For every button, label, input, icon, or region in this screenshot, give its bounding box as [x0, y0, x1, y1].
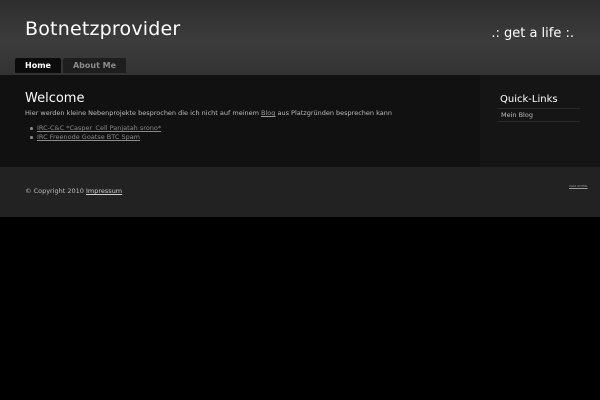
page: Botnetzprovider .: get a life :. Home Ab…: [0, 0, 600, 400]
sidebar-divider: [498, 108, 580, 109]
validator-badge-link[interactable]: Valid XHTML: [569, 184, 588, 188]
copyright-label: © Copyright 2010: [25, 187, 84, 195]
intro-text: Hier werden kleine Nebenprojekte besproc…: [25, 109, 392, 117]
impressum-link[interactable]: Impressum: [86, 187, 122, 195]
intro-text-before: Hier werden kleine Nebenprojekte besproc…: [25, 109, 262, 117]
blog-link[interactable]: Blog: [261, 109, 275, 117]
copyright-text: © Copyright 2010 Impressum: [25, 187, 122, 195]
project-list: IRC-C&C *Casper_Cell Panjatah srono* IRC…: [29, 124, 161, 142]
site-header: Botnetzprovider .: get a life :. Home Ab…: [0, 0, 600, 75]
sidebar-title: Quick-Links: [500, 94, 558, 105]
list-item: IRC Freenode Goatse BTC Spam: [29, 133, 161, 142]
intro-text-after: aus Platzgründen besprechen kann: [275, 109, 392, 117]
project-link-irc-cc[interactable]: IRC-C&C *Casper_Cell Panjatah srono*: [37, 124, 161, 132]
tab-about-me[interactable]: About Me: [62, 58, 127, 73]
tab-home[interactable]: Home: [15, 58, 61, 73]
site-tagline: .: get a life :.: [491, 26, 574, 41]
list-item: IRC-C&C *Casper_Cell Panjatah srono*: [29, 124, 161, 133]
site-title[interactable]: Botnetzprovider: [25, 18, 180, 40]
site-footer: © Copyright 2010 Impressum Valid XHTML: [0, 167, 600, 217]
sidebar-divider: [498, 121, 580, 122]
page-heading: Welcome: [25, 91, 85, 106]
content-area: Welcome Hier werden kleine Nebenprojekte…: [0, 75, 600, 167]
sidebar-item-mein-blog[interactable]: Mein Blog: [501, 111, 533, 119]
main-nav: Home About Me: [15, 58, 127, 74]
project-link-irc-freenode[interactable]: IRC Freenode Goatse BTC Spam: [37, 133, 140, 141]
